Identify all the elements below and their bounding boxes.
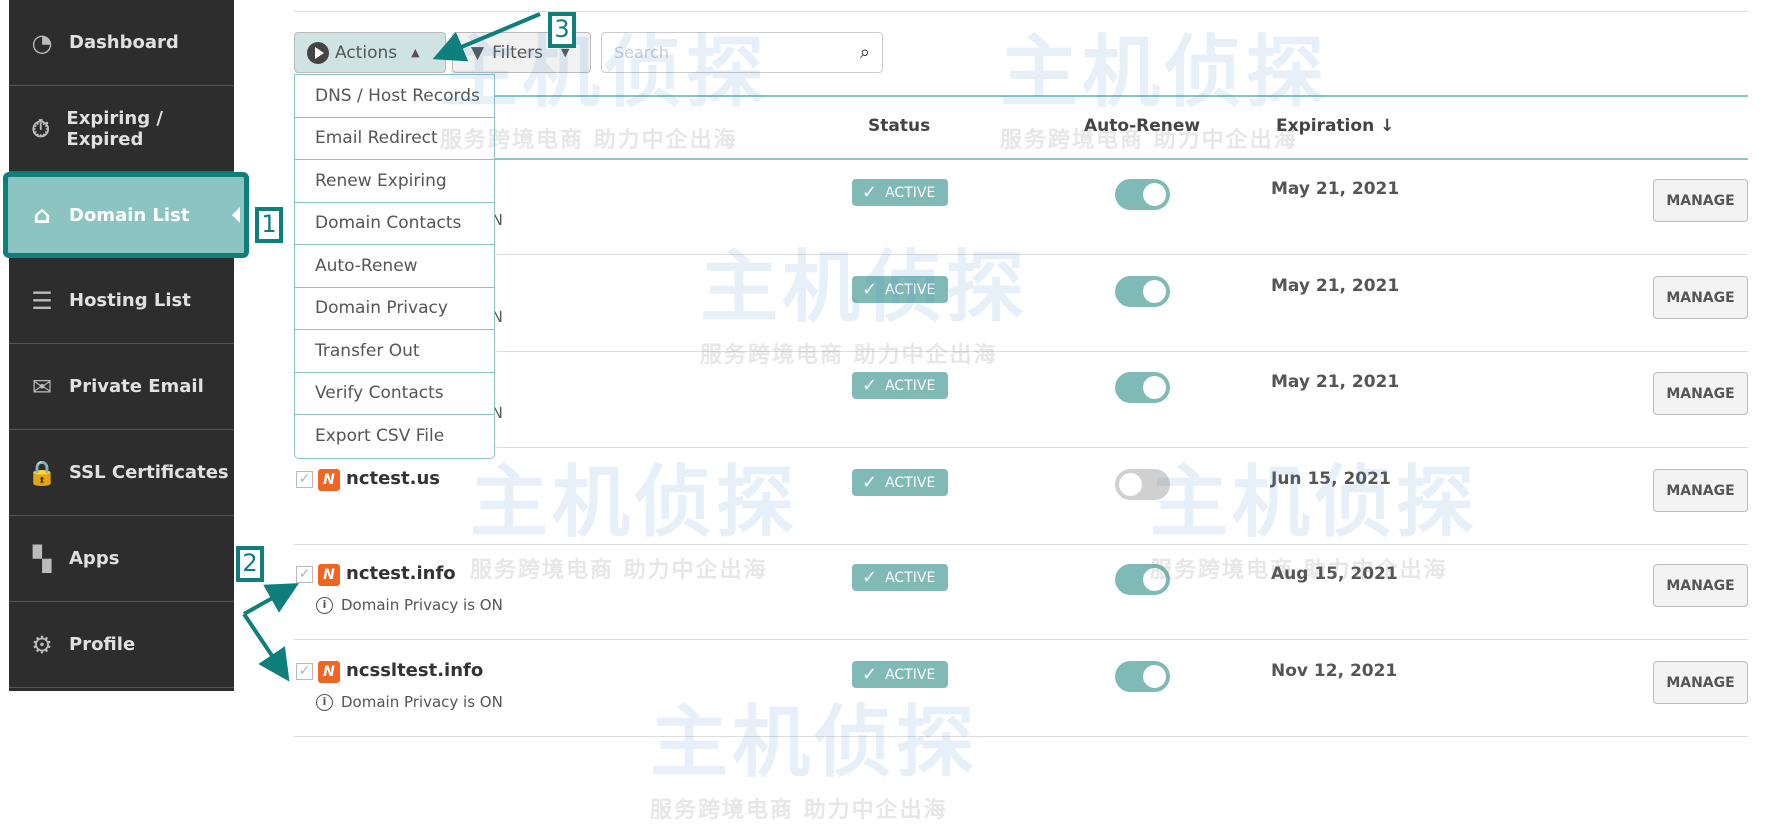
watermark-slogan: 服务跨境电商 助力中企出海 — [650, 798, 948, 823]
arrow-3 — [432, 12, 541, 62]
arrow-2b — [242, 612, 290, 682]
annotation-1: 1 — [255, 207, 283, 243]
annotation-3: 3 — [548, 12, 576, 48]
arrow-2a — [243, 583, 299, 616]
annotation-arrows — [242, 12, 541, 682]
annotation-2: 2 — [236, 546, 264, 582]
